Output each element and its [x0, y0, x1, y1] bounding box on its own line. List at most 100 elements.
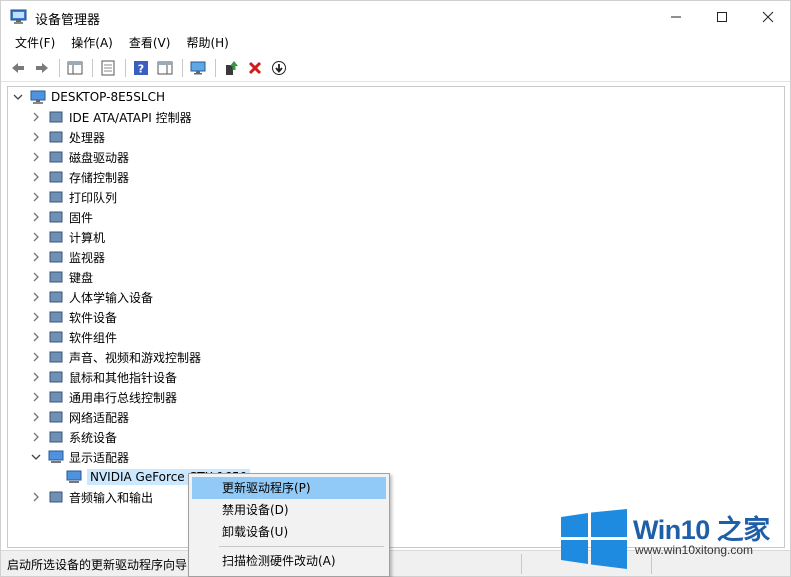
svg-text:?: ? — [138, 62, 144, 75]
disk-drive-icon — [48, 149, 64, 165]
show-hide-console-tree-button[interactable] — [64, 57, 86, 79]
ide-controller-icon — [48, 109, 64, 125]
chevron-right-icon[interactable] — [30, 327, 42, 347]
tree-item[interactable]: 监视器 — [30, 247, 105, 267]
disable-device-button[interactable] — [268, 57, 290, 79]
audio-io-icon — [48, 489, 64, 505]
status-divider — [521, 554, 522, 574]
menu-item-disable-device[interactable]: 禁用设备(D) — [192, 499, 386, 521]
tree-item-label: 键盘 — [69, 270, 94, 285]
toolbar: ? — [1, 54, 790, 82]
minimize-button[interactable] — [653, 1, 699, 32]
tree-item-label: 打印队列 — [69, 190, 118, 205]
tree-root-label: DESKTOP-8E5SLCH — [51, 90, 166, 104]
menu-item-scan-hardware[interactable]: 扫描检测硬件改动(A) — [192, 550, 386, 572]
chevron-right-icon[interactable] — [30, 347, 42, 367]
chevron-down-icon[interactable] — [12, 87, 24, 107]
action-pane-button[interactable] — [154, 57, 176, 79]
menu-file[interactable]: 文件(F) — [7, 33, 63, 53]
title-bar[interactable]: 设备管理器 — [1, 1, 790, 32]
tree-item-label: 人体学输入设备 — [69, 290, 154, 305]
tree-item[interactable]: 打印队列 — [30, 187, 117, 207]
menu-bar: 文件(F) 操作(A) 查看(V) 帮助(H) — [1, 32, 790, 54]
chevron-right-icon[interactable] — [30, 367, 42, 387]
forward-button[interactable] — [31, 57, 53, 79]
device-tree[interactable]: DESKTOP-8E5SLCH IDE ATA/ATAPI 控制器处理器 磁盘驱动… — [7, 86, 785, 548]
properties-icon — [101, 60, 115, 75]
chevron-right-icon[interactable] — [30, 387, 42, 407]
chevron-right-icon[interactable] — [30, 127, 42, 147]
maximize-button[interactable] — [699, 1, 745, 32]
menu-help[interactable]: 帮助(H) — [178, 33, 236, 53]
tree-item-label: 音频输入和输出 — [69, 490, 154, 505]
tree-item[interactable]: 磁盘驱动器 — [30, 147, 129, 167]
toolbar-separator — [182, 58, 183, 77]
back-button[interactable] — [7, 57, 29, 79]
storage-controller-icon — [48, 169, 64, 185]
tree-item[interactable]: 软件组件 — [30, 327, 117, 347]
gpu-icon — [66, 469, 82, 485]
sound-icon — [48, 349, 64, 365]
toolbar-separator — [215, 58, 216, 77]
processor-icon — [48, 129, 64, 145]
chevron-right-icon[interactable] — [30, 307, 42, 327]
tree-item[interactable]: 系统设备 — [30, 427, 117, 447]
software-device-icon — [48, 309, 64, 325]
chevron-right-icon[interactable] — [30, 187, 42, 207]
tree-item[interactable]: 音频输入和输出 — [30, 487, 153, 507]
chevron-right-icon[interactable] — [30, 207, 42, 227]
chevron-down-icon[interactable] — [30, 447, 42, 467]
menu-item-update-driver[interactable]: 更新驱动程序(P) — [192, 477, 386, 499]
chevron-right-icon[interactable] — [30, 247, 42, 267]
chevron-right-icon[interactable] — [30, 427, 42, 447]
chevron-right-icon[interactable] — [30, 227, 42, 247]
chevron-right-icon[interactable] — [30, 167, 42, 187]
chevron-right-icon[interactable] — [30, 107, 42, 127]
network-adapter-icon — [48, 409, 64, 425]
context-menu-separator — [219, 546, 384, 547]
usb-icon — [48, 389, 64, 405]
close-button[interactable] — [745, 1, 790, 32]
menu-view[interactable]: 查看(V) — [121, 33, 179, 53]
tree-item-label: 网络适配器 — [69, 410, 130, 425]
uninstall-device-button[interactable] — [244, 57, 266, 79]
tree-root[interactable]: DESKTOP-8E5SLCH — [12, 87, 165, 107]
chevron-right-icon[interactable] — [30, 287, 42, 307]
tree-item[interactable]: 计算机 — [30, 227, 105, 247]
toolbar-separator — [59, 58, 60, 77]
tree-item-label: 系统设备 — [69, 430, 118, 445]
tree-item[interactable]: 存储控制器 — [30, 167, 129, 187]
tree-item[interactable]: 通用串行总线控制器 — [30, 387, 177, 407]
tree-item-label: IDE ATA/ATAPI 控制器 — [69, 110, 192, 125]
help-button[interactable]: ? — [130, 57, 152, 79]
update-driver-button[interactable] — [220, 57, 242, 79]
chevron-right-icon[interactable] — [30, 487, 42, 507]
forward-arrow-icon — [36, 62, 48, 73]
tree-item[interactable]: 软件设备 — [30, 307, 117, 327]
chevron-right-icon[interactable] — [30, 267, 42, 287]
tree-item[interactable]: 人体学输入设备 — [30, 287, 153, 307]
chevron-right-icon[interactable] — [30, 407, 42, 427]
properties-button[interactable] — [97, 57, 119, 79]
menu-item-uninstall-device[interactable]: 卸载设备(U) — [192, 521, 386, 543]
tree-item-label: 存储控制器 — [69, 170, 130, 185]
menu-action[interactable]: 操作(A) — [63, 33, 121, 53]
computer-icon — [48, 229, 64, 245]
tree-item[interactable]: 固件 — [30, 207, 93, 227]
context-menu: 更新驱动程序(P) 禁用设备(D) 卸载设备(U) 扫描检测硬件改动(A) — [188, 473, 390, 577]
down-arrow-circle-icon — [272, 60, 286, 75]
tree-item[interactable]: 显示适配器 — [30, 447, 129, 467]
tree-item[interactable]: 键盘 — [30, 267, 93, 287]
chevron-right-icon[interactable] — [30, 147, 42, 167]
tree-item[interactable]: 鼠标和其他指针设备 — [30, 367, 177, 387]
watermark-name: Win10 之家 — [633, 515, 770, 545]
tree-item[interactable]: 处理器 — [30, 127, 105, 147]
monitor-scan-icon — [190, 61, 206, 74]
tree-item[interactable]: 网络适配器 — [30, 407, 129, 427]
printer-icon — [48, 189, 64, 205]
red-x-icon — [248, 61, 262, 74]
tree-item[interactable]: IDE ATA/ATAPI 控制器 — [30, 107, 192, 127]
tree-item[interactable]: 声音、视频和游戏控制器 — [30, 347, 201, 367]
keyboard-icon — [48, 269, 64, 285]
scan-hardware-button[interactable] — [187, 57, 209, 79]
